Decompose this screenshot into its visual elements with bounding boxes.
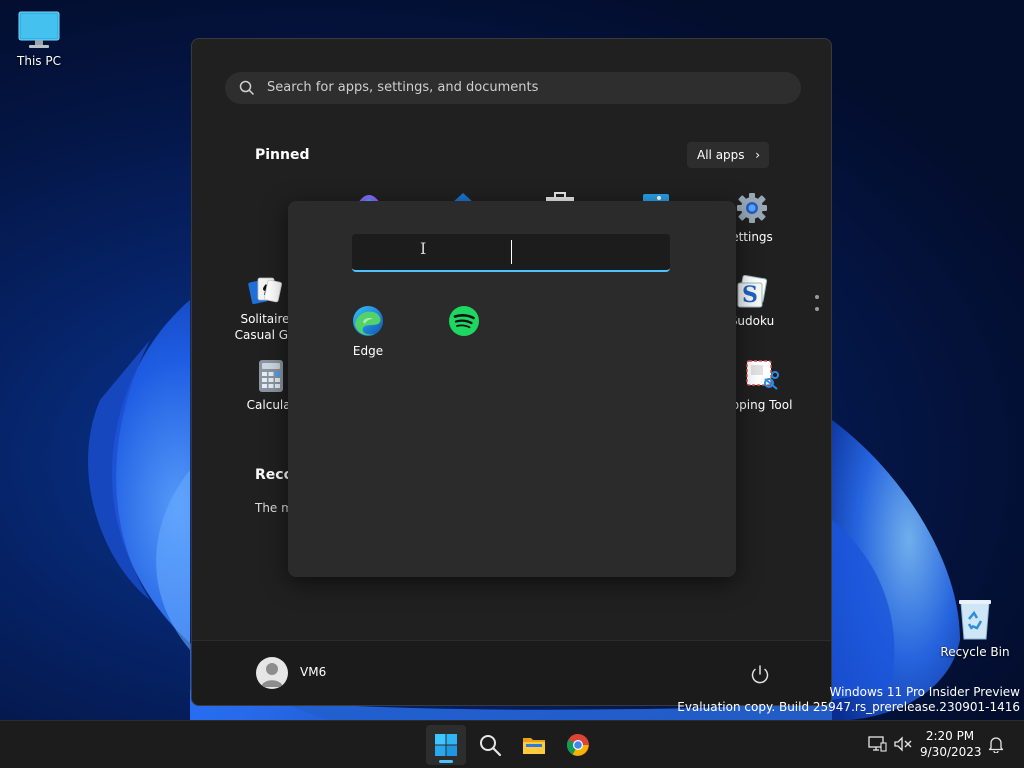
taskbar-clock[interactable]: 2:20 PM 9/30/2023 [920, 728, 982, 760]
chevron-right-icon: › [755, 148, 760, 162]
windows-logo-icon [435, 734, 457, 756]
calculator-icon [259, 360, 283, 392]
user-name[interactable]: VM6 [300, 665, 326, 679]
edge-icon [353, 306, 383, 336]
page-dot [815, 295, 819, 299]
text-cursor-icon: I [420, 239, 427, 258]
all-apps-button[interactable]: All apps › [687, 142, 769, 168]
pinned-app-label: Sudoku [729, 314, 775, 328]
desktop-icon-label: This PC [17, 54, 61, 68]
text-caret [511, 240, 512, 264]
folder-app-edge[interactable]: Edge [328, 304, 408, 358]
taskbar-chrome-button[interactable] [558, 725, 598, 765]
volume-muted-icon[interactable] [893, 735, 913, 753]
windows-watermark: Windows 11 Pro Insider Preview Evaluatio… [677, 685, 1020, 715]
all-apps-label: All apps [697, 148, 745, 162]
start-search-input[interactable]: Search for apps, settings, and documents [225, 72, 801, 104]
user-avatar[interactable] [256, 657, 288, 689]
folder-app-spotify[interactable] [424, 304, 504, 344]
spotify-icon [449, 306, 479, 336]
search-icon [480, 735, 502, 757]
pinned-title: Pinned [255, 147, 310, 163]
chrome-icon [567, 734, 589, 756]
pinned-app-label: pping Tool [731, 398, 793, 412]
search-icon [239, 80, 255, 96]
monitor-icon [18, 11, 60, 48]
clock-date: 9/30/2023 [920, 745, 982, 759]
desktop-icon-this-pc[interactable]: This PC [1, 10, 77, 68]
folder-icon [523, 738, 545, 754]
taskbar-search-button[interactable] [470, 725, 510, 765]
desktop-icon-recycle-bin[interactable]: Recycle Bin [937, 597, 1013, 659]
notification-bell-icon[interactable] [987, 735, 1005, 753]
taskbar-file-explorer-button[interactable] [514, 725, 554, 765]
pinned-folder-popup: I Edge [288, 201, 736, 577]
desktop-icon-label: Recycle Bin [940, 645, 1010, 659]
start-button[interactable] [426, 725, 466, 765]
user-icon [261, 663, 283, 687]
taskbar: 2:20 PM 9/30/2023 [0, 720, 1024, 768]
watermark-line: Evaluation copy. Build 25947.rs_prerelea… [677, 700, 1020, 714]
cards-icon [248, 277, 282, 305]
desktop: This PC Recycle Bin Search for apps, set… [0, 0, 1024, 768]
gear-icon [737, 193, 767, 223]
pinned-app-label: Casual Ga [234, 328, 296, 342]
svg-text:S: S [742, 282, 758, 308]
pinned-app-label: ettings [731, 230, 773, 244]
clock-time: 2:20 PM [925, 729, 975, 743]
watermark-line: Windows 11 Pro Insider Preview [829, 685, 1020, 699]
pinned-page-indicator[interactable] [814, 295, 820, 319]
pinned-app-label: Solitaire [240, 312, 290, 326]
folder-app-label: Edge [352, 344, 384, 358]
network-icon[interactable] [867, 735, 887, 753]
folder-name-input[interactable]: I [352, 234, 670, 272]
recycle-bin-icon [959, 600, 991, 640]
snipping-tool-icon [746, 360, 779, 390]
page-dot [815, 307, 819, 311]
search-placeholder: Search for apps, settings, and documents [267, 80, 539, 95]
sudoku-icon: S [737, 275, 768, 308]
